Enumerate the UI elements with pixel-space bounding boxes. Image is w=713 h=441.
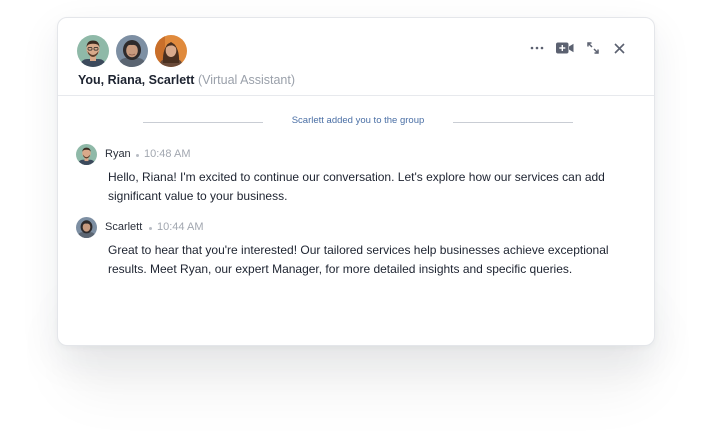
message-meta: Ryan 10:48 AM <box>76 144 641 166</box>
riana-avatar-icon[interactable] <box>116 35 148 67</box>
system-notice: Scarlett added you to the group <box>143 115 573 129</box>
chat-window: You, Riana, Scarlett (Virtual Assistant) <box>57 17 655 346</box>
more-options-icon[interactable] <box>524 38 550 58</box>
message-text: Hello, Riana! I'm excited to continue ou… <box>108 170 605 203</box>
scarlett-avatar-icon[interactable] <box>155 35 187 67</box>
chat-header: You, Riana, Scarlett (Virtual Assistant) <box>58 18 654 96</box>
meta-separator <box>136 154 139 157</box>
message-sender: Ryan <box>105 148 131 160</box>
role-label: (Virtual Assistant) <box>197 73 295 87</box>
scarlett-message-avatar-icon[interactable] <box>76 217 97 238</box>
system-notice-text: Scarlett added you to the group <box>291 115 425 126</box>
message-item: Scarlett 10:44 AM Great to hear that you… <box>76 217 641 279</box>
message-sender: Scarlett <box>105 221 143 233</box>
conversation-title: You, Riana, Scarlett (Virtual Assistant) <box>78 73 295 87</box>
ryan-avatar-icon[interactable] <box>77 35 109 67</box>
meta-separator <box>149 227 152 230</box>
divider-right <box>453 122 573 123</box>
message-meta: Scarlett 10:44 AM <box>76 217 641 239</box>
video-call-add-icon[interactable] <box>550 38 580 58</box>
message-text: Great to hear that you're interested! Ou… <box>108 243 609 276</box>
participants-label: You, Riana, Scarlett <box>78 73 195 87</box>
message-timestamp: 10:44 AM <box>157 221 204 233</box>
stage: You, Riana, Scarlett (Virtual Assistant) <box>0 0 713 441</box>
message-timestamp: 10:48 AM <box>144 148 191 160</box>
message-item: Ryan 10:48 AM Hello, Riana! I'm excited … <box>76 144 641 206</box>
expand-icon[interactable] <box>580 38 606 58</box>
ryan-message-avatar-icon[interactable] <box>76 144 97 165</box>
close-icon[interactable] <box>606 38 632 58</box>
header-actions <box>524 38 632 58</box>
